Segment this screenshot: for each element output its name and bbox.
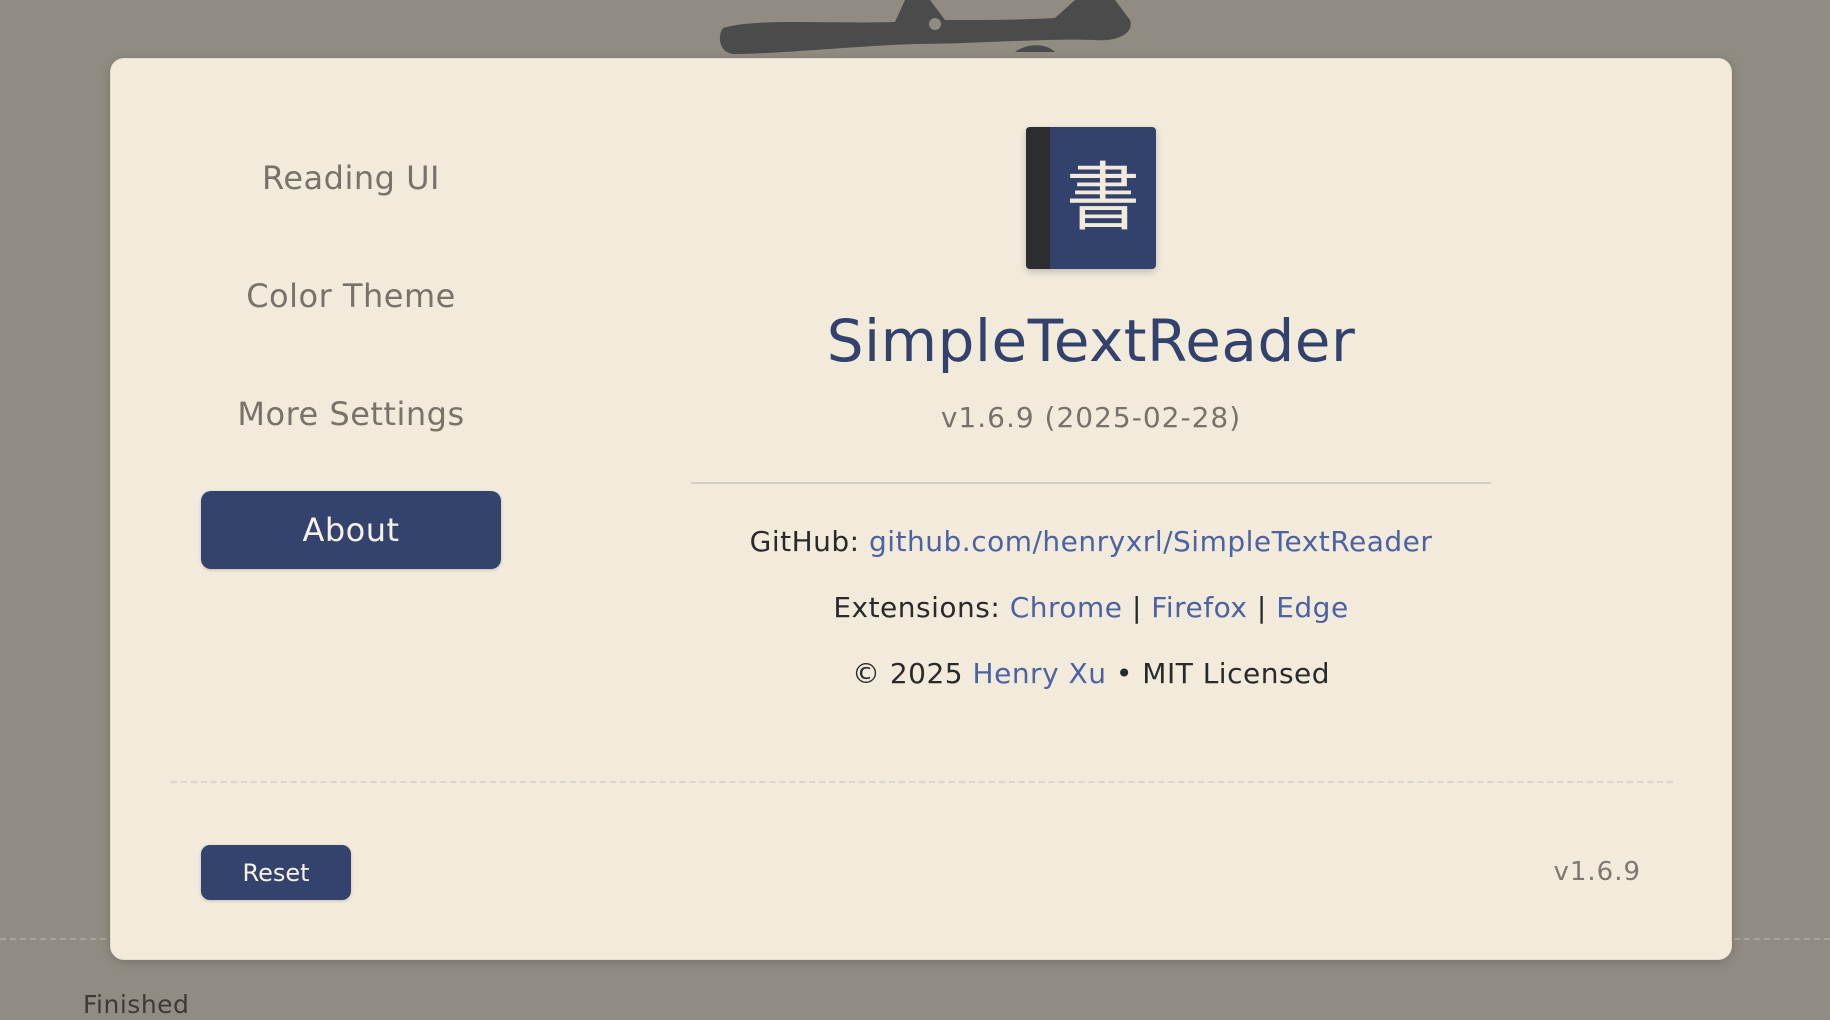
copyright-text: © 2025 xyxy=(851,657,964,690)
github-label: GitHub: xyxy=(749,525,860,558)
book-glyph: 書 xyxy=(1066,155,1140,241)
sidebar-item-more-settings[interactable]: More Settings xyxy=(201,375,501,453)
link-separator: | xyxy=(1131,591,1142,624)
footer-version: v1.6.9 xyxy=(1553,857,1641,887)
sidebar-item-color-theme[interactable]: Color Theme xyxy=(201,257,501,335)
book-icon: 書 xyxy=(1026,127,1156,269)
reset-button[interactable]: Reset xyxy=(201,845,351,900)
reading-status-text: Finished xyxy=(83,990,190,1019)
sidebar-item-reading-ui[interactable]: Reading UI xyxy=(201,139,501,217)
about-panel: 書 SimpleTextReader v1.6.9 (2025-02-28) G… xyxy=(691,127,1491,692)
app-title: SimpleTextReader xyxy=(826,307,1356,375)
settings-dialog: Reading UI Color Theme More Settings Abo… xyxy=(110,58,1732,960)
footer-divider xyxy=(171,781,1673,783)
github-link[interactable]: github.com/henryxrl/SimpleTextReader xyxy=(869,525,1432,558)
brush-stroke-decoration xyxy=(719,0,1131,54)
extensions-line: Extensions: Chrome | Firefox | Edge xyxy=(691,590,1491,626)
firefox-link[interactable]: Firefox xyxy=(1151,591,1247,624)
link-separator: | xyxy=(1256,591,1267,624)
extensions-label: Extensions: xyxy=(833,591,1001,624)
edge-link[interactable]: Edge xyxy=(1276,591,1348,624)
sidebar-item-about[interactable]: About xyxy=(201,491,501,569)
github-line: GitHub: github.com/henryxrl/SimpleTextRe… xyxy=(691,524,1491,560)
copyright-line: © 2025 Henry Xu • MIT Licensed xyxy=(691,656,1491,692)
license-text: • MIT Licensed xyxy=(1115,657,1331,690)
author-link[interactable]: Henry Xu xyxy=(973,657,1107,690)
settings-sidebar: Reading UI Color Theme More Settings Abo… xyxy=(201,139,501,609)
chrome-link[interactable]: Chrome xyxy=(1010,591,1123,624)
app-version: v1.6.9 (2025-02-28) xyxy=(940,401,1242,434)
about-divider xyxy=(691,482,1491,484)
book-spine xyxy=(1026,127,1050,269)
